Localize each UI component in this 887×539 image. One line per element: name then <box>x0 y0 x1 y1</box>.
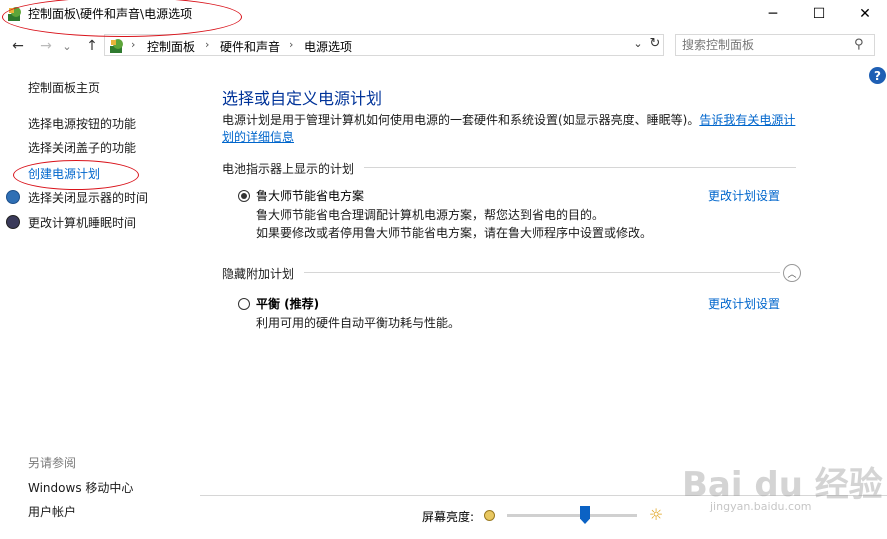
address-bar[interactable]: › 控制面板 › 硬件和声音 › 电源选项 ⌄ ↻ <box>104 34 664 56</box>
sidebar-item-lid-close[interactable]: 选择关闭盖子的功能 <box>28 139 136 156</box>
control-panel-icon <box>8 7 21 21</box>
page-title: 选择或自定义电源计划 <box>222 89 383 108</box>
see-also-heading: 另请参阅 <box>28 456 77 470</box>
breadcrumb-control-panel[interactable]: 控制面板 <box>147 38 195 55</box>
sidebar-item-display-off[interactable]: 选择关闭显示器的时间 <box>28 189 148 206</box>
collapse-chevron-icon[interactable]: ︿ <box>783 264 801 282</box>
battery-plans-heading: 电池指示器上显示的计划 <box>222 162 355 176</box>
breadcrumb-separator[interactable]: › <box>289 38 293 51</box>
minimize-button[interactable]: ─ <box>750 0 796 28</box>
breadcrumb-separator[interactable]: › <box>131 38 135 51</box>
search-icon[interactable]: ⚲ <box>854 37 868 53</box>
page-description: 电源计划是用于管理计算机如何使用电源的一套硬件和系统设置(如显示器亮度、睡眠等)… <box>222 112 800 146</box>
dim-brightness-icon <box>484 510 495 521</box>
search-box[interactable]: ⚲ <box>675 34 875 56</box>
group-divider <box>364 167 796 168</box>
brightness-slider-track[interactable] <box>507 514 637 517</box>
plan-radio-balanced[interactable] <box>238 298 250 310</box>
help-icon[interactable]: ? <box>869 67 886 84</box>
hidden-plans-heading: 隐藏附加计划 <box>222 267 295 281</box>
baidu-watermark: Bai du 经验 <box>682 465 883 505</box>
breadcrumb-power-options[interactable]: 电源选项 <box>304 38 352 55</box>
sleep-moon-icon <box>6 215 20 229</box>
plan-name-balanced[interactable]: 平衡 (推荐) <box>256 295 319 312</box>
sidebar-item-power-button[interactable]: 选择电源按钮的功能 <box>28 115 136 132</box>
group-divider <box>304 272 780 273</box>
breadcrumb-hardware-sound[interactable]: 硬件和声音 <box>220 38 280 55</box>
breadcrumb-separator[interactable]: › <box>205 38 209 51</box>
plan-description: 鲁大师节能省电合理调配计算机电源方案，帮您达到省电的目的。 <box>256 208 605 222</box>
control-panel-icon <box>110 39 123 53</box>
up-button[interactable]: ↑ <box>82 36 102 56</box>
sidebar-item-create-plan[interactable]: 创建电源计划 <box>28 165 100 182</box>
refresh-icon[interactable]: ↻ <box>648 36 662 54</box>
brightness-slider-thumb[interactable] <box>580 506 590 524</box>
close-button[interactable]: ✕ <box>842 0 887 28</box>
search-input[interactable] <box>682 37 842 53</box>
sidebar-link-mobility-center[interactable]: Windows 移动中心 <box>28 479 133 496</box>
bright-sun-icon: ☼ <box>648 505 664 524</box>
plan-description: 如果要修改或者停用鲁大师节能省电方案，请在鲁大师程序中设置或修改。 <box>256 226 653 240</box>
back-button[interactable]: ← <box>8 36 28 56</box>
recent-locations-button[interactable]: ⌄ <box>60 36 74 56</box>
watermark-url: jingyan.baidu.com <box>710 500 812 513</box>
display-timer-icon <box>6 190 20 204</box>
maximize-button[interactable]: ☐ <box>796 0 842 28</box>
plan-radio-ludashi[interactable] <box>238 190 250 202</box>
address-dropdown-icon[interactable]: ⌄ <box>631 37 645 53</box>
sidebar-control-panel-home[interactable]: 控制面板主页 <box>28 79 100 96</box>
change-plan-settings-link[interactable]: 更改计划设置 <box>708 295 780 312</box>
forward-button[interactable]: → <box>36 36 56 56</box>
sidebar-link-user-accounts[interactable]: 用户帐户 <box>28 503 76 520</box>
plan-name-ludashi[interactable]: 鲁大师节能省电方案 <box>256 187 364 204</box>
brightness-label: 屏幕亮度: <box>422 510 475 524</box>
plan-description: 利用可用的硬件自动平衡功耗与性能。 <box>256 316 461 330</box>
window-title: 控制面板\硬件和声音\电源选项 <box>28 7 193 21</box>
description-text: 电源计划是用于管理计算机如何使用电源的一套硬件和系统设置(如显示器亮度、睡眠等)… <box>222 113 700 127</box>
change-plan-settings-link[interactable]: 更改计划设置 <box>708 187 780 204</box>
sidebar-item-sleep-time[interactable]: 更改计算机睡眠时间 <box>28 214 136 231</box>
